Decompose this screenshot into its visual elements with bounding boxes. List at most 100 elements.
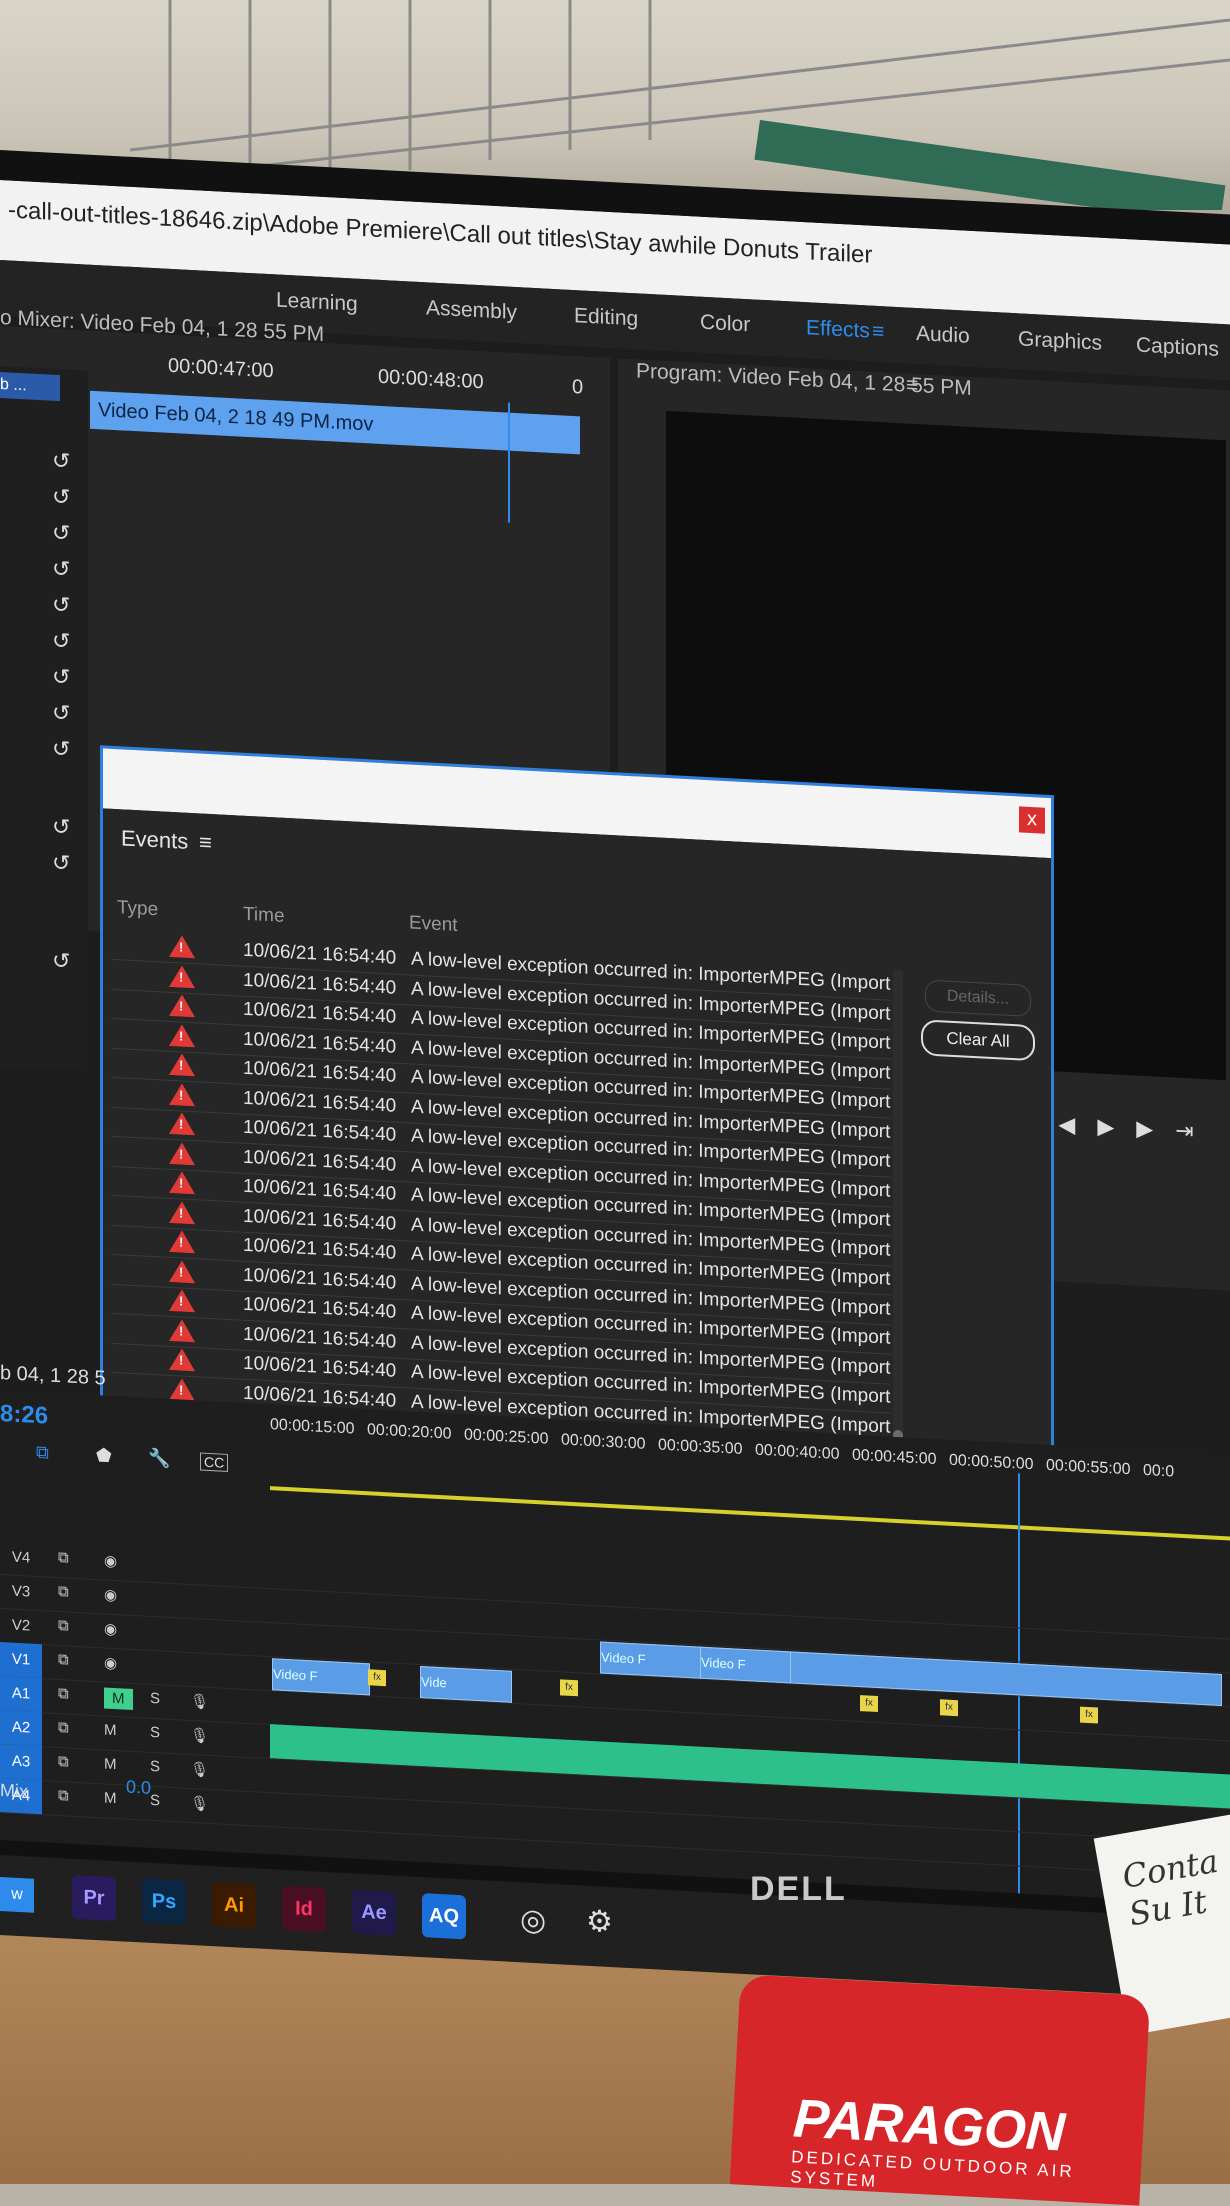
wrench-icon[interactable]: 🔧 bbox=[148, 1448, 170, 1470]
column-event[interactable]: Event bbox=[409, 912, 458, 937]
taskbar-app-id[interactable]: Id bbox=[282, 1885, 326, 1933]
reset-icon[interactable]: ↺ bbox=[52, 448, 76, 474]
reset-icon[interactable]: ↺ bbox=[52, 484, 76, 510]
mute-button[interactable]: M bbox=[104, 1789, 117, 1807]
taskbar-app-ai[interactable]: Ai bbox=[212, 1882, 256, 1929]
dell-logo: DELL bbox=[750, 1870, 847, 1908]
video-clip[interactable]: Video F bbox=[272, 1658, 370, 1696]
mute-button[interactable]: M bbox=[104, 1755, 117, 1773]
workspace-graphics[interactable]: Graphics bbox=[1018, 327, 1102, 355]
column-type[interactable]: Type bbox=[117, 897, 158, 921]
marker-icon[interactable]: ⬟ bbox=[96, 1445, 112, 1467]
sequence-tab[interactable]: b 04, 1 28 5 bbox=[0, 1362, 106, 1391]
track-label[interactable]: V3 bbox=[0, 1574, 42, 1610]
sync-lock-icon[interactable]: ⧉ bbox=[58, 1787, 69, 1805]
workspace-effects[interactable]: Effects bbox=[806, 316, 870, 343]
reset-icon[interactable]: ↺ bbox=[52, 628, 76, 654]
gear-icon[interactable]: ⚙ bbox=[586, 1904, 613, 1940]
eye-icon[interactable]: ◉ bbox=[104, 1619, 117, 1638]
mute-button[interactable]: M bbox=[104, 1687, 133, 1710]
reset-icon[interactable]: ↺ bbox=[52, 850, 76, 876]
reset-icon[interactable]: ↺ bbox=[52, 814, 76, 840]
sync-lock-icon[interactable]: ⧉ bbox=[58, 1685, 69, 1703]
sync-lock-icon[interactable]: ⧉ bbox=[58, 1719, 69, 1737]
taskbar-app-ps[interactable]: Ps bbox=[142, 1878, 186, 1925]
workspace-captions[interactable]: Captions bbox=[1136, 334, 1219, 362]
microphone-icon[interactable]: 🎙 bbox=[190, 1794, 209, 1813]
warning-icon bbox=[169, 1082, 195, 1106]
close-button[interactable]: x bbox=[1019, 806, 1045, 834]
solo-button[interactable]: S bbox=[150, 1758, 160, 1776]
source-playhead[interactable] bbox=[508, 402, 510, 523]
sync-lock-icon[interactable]: ⧉ bbox=[58, 1651, 69, 1669]
track-label[interactable]: A3 bbox=[0, 1744, 42, 1781]
ruler-tick-label: 00:00:15:00 bbox=[270, 1416, 355, 1438]
workspace-learning[interactable]: Learning bbox=[276, 288, 358, 316]
track-label[interactable]: V2 bbox=[0, 1608, 42, 1644]
ruler-tick-label: 00:0 bbox=[1143, 1461, 1175, 1481]
column-time[interactable]: Time bbox=[243, 904, 285, 928]
sync-lock-icon[interactable]: ⧉ bbox=[58, 1583, 69, 1601]
event-time: 10/06/21 16:54:40 bbox=[243, 969, 397, 999]
sync-lock-icon[interactable]: ⧉ bbox=[58, 1617, 69, 1635]
microphone-icon[interactable]: 🎙 bbox=[190, 1760, 209, 1779]
event-time: 10/06/21 16:54:40 bbox=[243, 1057, 397, 1087]
timeline-timecode[interactable]: 8:26 bbox=[0, 1400, 48, 1431]
reset-icon[interactable]: ↺ bbox=[52, 520, 76, 546]
workspace-editing[interactable]: Editing bbox=[574, 304, 638, 331]
video-clip[interactable]: Video F bbox=[600, 1641, 702, 1679]
warning-icon bbox=[169, 1259, 195, 1283]
sync-lock-icon[interactable]: ⧉ bbox=[58, 1753, 69, 1771]
reset-icon[interactable]: ↺ bbox=[52, 592, 76, 618]
solo-button[interactable]: S bbox=[150, 1690, 160, 1708]
details-button[interactable]: Details... bbox=[925, 979, 1031, 1018]
workspace-audio[interactable]: Audio bbox=[916, 322, 970, 349]
reset-icon[interactable]: ↺ bbox=[52, 948, 76, 974]
track-label[interactable]: A2 bbox=[0, 1710, 42, 1747]
program-menu-icon[interactable]: ≡ bbox=[906, 373, 918, 398]
warning-icon bbox=[169, 934, 195, 959]
eye-icon[interactable]: ◉ bbox=[104, 1653, 117, 1672]
workspace-assembly[interactable]: Assembly bbox=[426, 296, 517, 325]
work-area-bar[interactable] bbox=[270, 1486, 1230, 1541]
eye-icon[interactable]: ◉ bbox=[104, 1585, 117, 1604]
microphone-icon[interactable]: 🎙 bbox=[190, 1692, 209, 1711]
events-menu-icon[interactable]: ≡ bbox=[199, 829, 212, 856]
taskbar-app-ae[interactable]: Ae bbox=[352, 1889, 396, 1936]
event-time: 10/06/21 16:54:40 bbox=[243, 1116, 397, 1146]
video-clip[interactable]: Vide bbox=[420, 1666, 512, 1703]
eye-icon[interactable]: ◉ bbox=[104, 1551, 117, 1570]
fx-badge: fx bbox=[368, 1669, 386, 1687]
workspace-color[interactable]: Color bbox=[700, 311, 750, 338]
reset-icon[interactable]: ↺ bbox=[52, 736, 76, 762]
track-label[interactable]: V4 bbox=[0, 1540, 42, 1576]
solo-button[interactable]: S bbox=[150, 1792, 160, 1810]
microphone-icon[interactable]: 🎙 bbox=[190, 1726, 209, 1745]
captions-icon[interactable]: CC bbox=[200, 1452, 229, 1472]
event-time: 10/06/21 16:54:40 bbox=[243, 1028, 397, 1058]
track-label[interactable]: A1 bbox=[0, 1676, 42, 1713]
reset-icon[interactable]: ↺ bbox=[52, 664, 76, 690]
event-time: 10/06/21 16:54:40 bbox=[243, 939, 397, 969]
warning-icon bbox=[169, 1023, 195, 1047]
video-clip[interactable]: Video F bbox=[700, 1646, 792, 1684]
reset-icon[interactable]: ↺ bbox=[52, 700, 76, 726]
track-label[interactable]: V1 bbox=[0, 1642, 42, 1679]
warning-icon bbox=[169, 964, 195, 988]
solo-button[interactable]: S bbox=[150, 1724, 160, 1742]
source-clip[interactable]: Video Feb 04, 2 18 49 PM.mov bbox=[90, 390, 580, 455]
taskbar-app-pr[interactable]: Pr bbox=[72, 1874, 116, 1922]
ruler-tick-label: 00:00:55:00 bbox=[1046, 1456, 1131, 1479]
workspace-menu-icon[interactable]: ≡ bbox=[872, 320, 884, 345]
snap-icon[interactable]: ⧉ bbox=[36, 1442, 49, 1464]
clear-all-button[interactable]: Clear All bbox=[921, 1019, 1035, 1062]
reset-icon[interactable]: ↺ bbox=[52, 556, 76, 582]
taskbar-fragment[interactable]: w bbox=[0, 1877, 34, 1913]
chat-icon[interactable]: ◎ bbox=[520, 1902, 546, 1938]
mix-value[interactable]: 0.0 bbox=[126, 1777, 151, 1799]
taskbar-app-aq[interactable]: AQ bbox=[422, 1893, 466, 1940]
mute-button[interactable]: M bbox=[104, 1721, 117, 1739]
ruler-tick-label: 00:00:30:00 bbox=[561, 1431, 646, 1453]
mixer-tab[interactable]: b ... bbox=[0, 372, 60, 402]
sync-lock-icon[interactable]: ⧉ bbox=[58, 1549, 69, 1567]
